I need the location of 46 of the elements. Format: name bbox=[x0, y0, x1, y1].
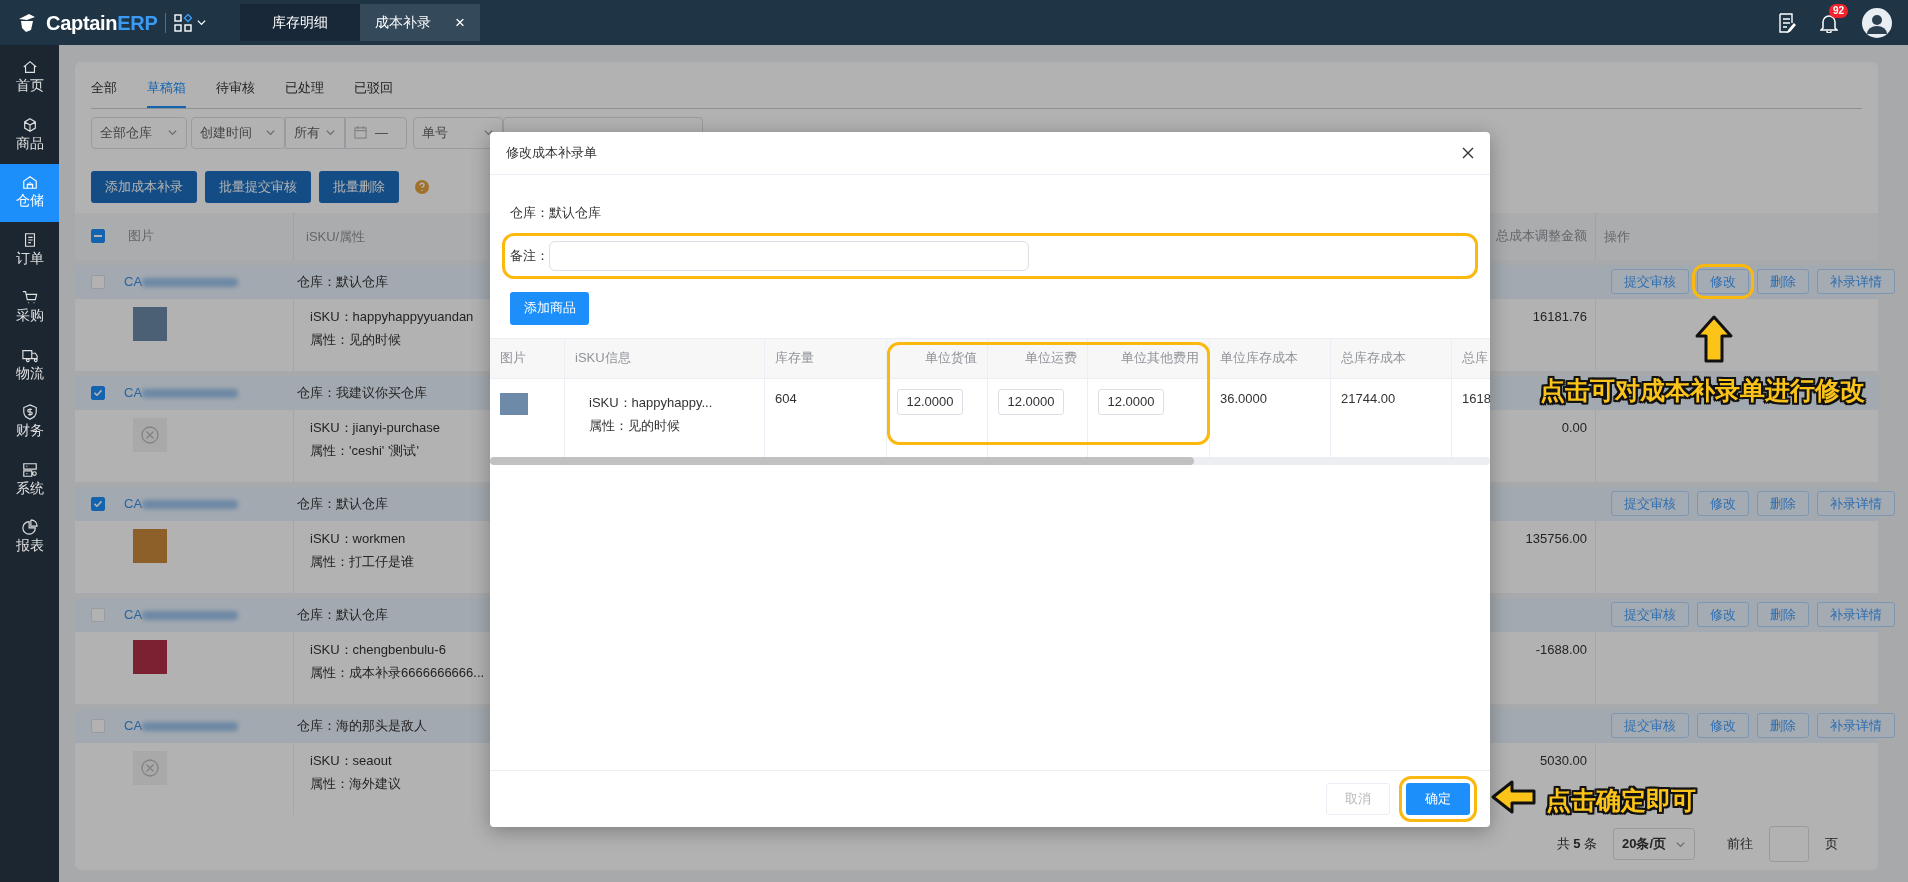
cell-text: 1618 bbox=[1462, 390, 1490, 406]
sku-text: iSKU：jianyi-purchase bbox=[310, 418, 441, 437]
column-header: 总成本调整金额 bbox=[1496, 227, 1588, 246]
sku-text: iSKU：chengbenbulu-6 bbox=[310, 640, 446, 659]
amount-text: 16181.76 bbox=[1532, 308, 1587, 324]
column-header: 总库存成本 bbox=[1341, 349, 1406, 368]
attribute-text: 属性：见的时候 bbox=[310, 331, 401, 349]
sku-text: iSKU：happyhappyyuandan bbox=[310, 307, 474, 326]
total-count: 共 5 条 bbox=[1556, 835, 1597, 854]
sku-text: iSKU：happyhappy... bbox=[589, 393, 713, 412]
cell-text: 36.0000 bbox=[1220, 390, 1267, 406]
column-header: 总库 bbox=[1462, 349, 1488, 368]
attribute-text: 属性：海外建议 bbox=[310, 775, 401, 793]
sku-text: iSKU：workmen bbox=[310, 529, 406, 548]
column-header: 库存量 bbox=[775, 349, 814, 368]
cell-text: 604 bbox=[775, 390, 797, 406]
amount-text: 0.00 bbox=[1561, 419, 1587, 435]
column-header: 图片 bbox=[500, 349, 526, 368]
column-header: 单位其他费用 bbox=[1121, 349, 1199, 368]
column-header: 图片 bbox=[127, 227, 154, 246]
attribute-text: 属性：见的时候 bbox=[589, 417, 680, 435]
logo-wordmark: CaptainERP bbox=[46, 10, 158, 36]
callout-text: 点击确定即可 bbox=[1546, 785, 1696, 816]
callout-text: 点击可对成本补录单进行修改 bbox=[1540, 375, 1865, 406]
attribute-text: 属性：'ceshi' '测试' bbox=[310, 442, 419, 460]
column-header: 单位运费 bbox=[1025, 349, 1077, 368]
column-header: 操作 bbox=[1595, 212, 1878, 260]
goto-label: 前往 bbox=[1727, 835, 1753, 854]
column-header: 单位货值 bbox=[925, 349, 977, 368]
amount-text: 5030.00 bbox=[1540, 752, 1587, 768]
amount-text: -1688.00 bbox=[1535, 641, 1587, 657]
warehouse-text: 仓库：我建议你买仓库 bbox=[296, 383, 427, 402]
warehouse-text: 仓库：默认仓库 bbox=[296, 272, 388, 291]
warehouse-text: 仓库：默认仓库 bbox=[296, 605, 388, 624]
page-unit-label: 页 bbox=[1825, 835, 1838, 854]
sku-text: iSKU：seaout bbox=[310, 751, 392, 770]
warehouse-text: 仓库：海的那头是敌人 bbox=[296, 716, 427, 735]
warehouse-text: 仓库：默认仓库 bbox=[296, 494, 388, 513]
attribute-text: 属性：成本补录6666666666... bbox=[310, 664, 485, 682]
attribute-text: 属性：打工仔是谁 bbox=[310, 553, 414, 571]
cell-text: 21744.00 bbox=[1341, 390, 1396, 406]
amount-text: 135756.00 bbox=[1525, 530, 1587, 546]
column-header: iSKU信息 bbox=[575, 349, 631, 368]
column-header: 单位库存成本 bbox=[1220, 349, 1298, 368]
notification-badge: 92 bbox=[1829, 4, 1849, 19]
dialog-title: 修改成本补录单 bbox=[506, 144, 597, 163]
